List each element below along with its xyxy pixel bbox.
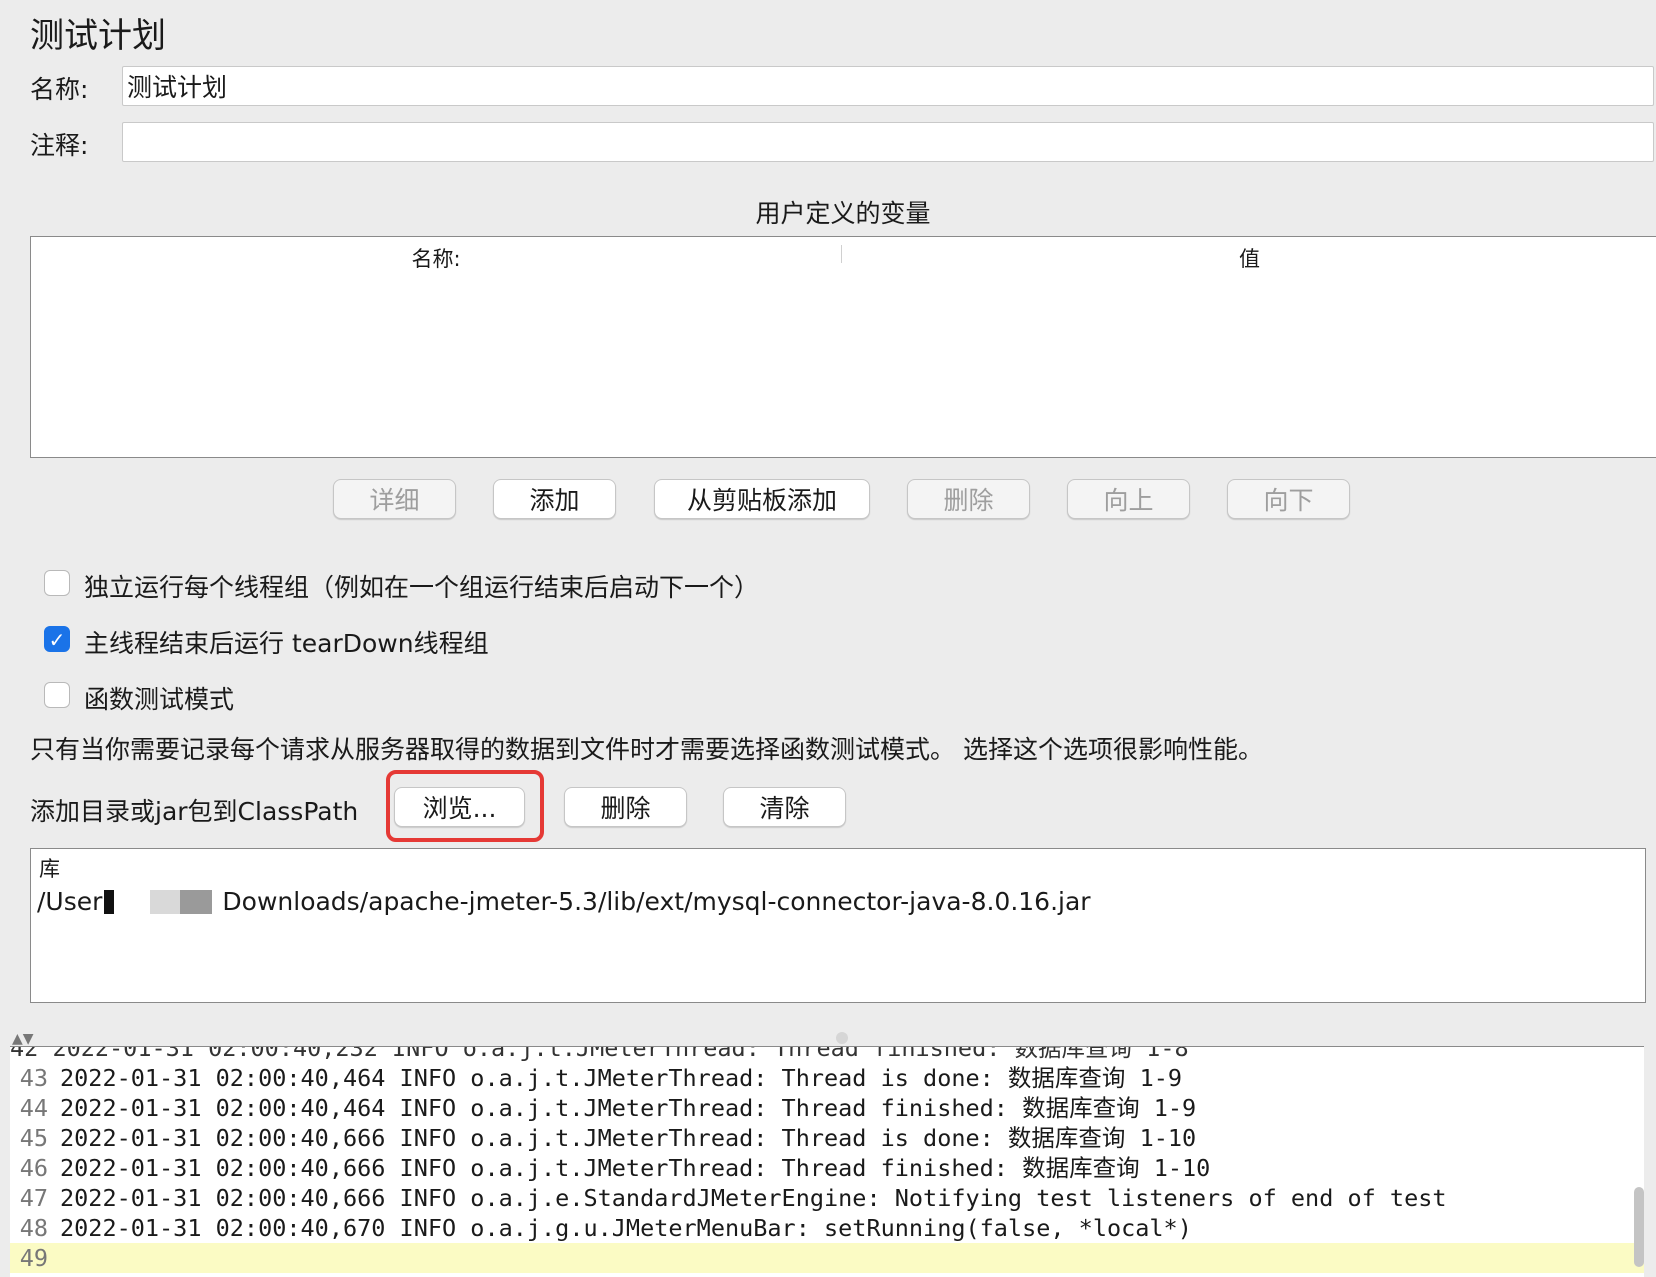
line-number: 44 xyxy=(19,1094,48,1122)
classpath-label: 添加目录或jar包到ClassPath xyxy=(30,797,359,826)
comment-field[interactable] xyxy=(122,122,1654,162)
log-scrollbar-thumb[interactable] xyxy=(1634,1187,1644,1267)
page-title: 测试计划 xyxy=(30,16,166,56)
line-number: 47 xyxy=(19,1184,48,1212)
line-number: 45 xyxy=(19,1124,48,1152)
column-header-value[interactable]: 值 xyxy=(842,243,1656,273)
line-number: 48 xyxy=(19,1214,48,1242)
move-down-button[interactable]: 向下 xyxy=(1227,479,1350,519)
line-number: 49 xyxy=(19,1244,48,1272)
checkmark-icon: ✓ xyxy=(48,628,66,652)
variables-table[interactable]: 名称: 值 xyxy=(30,236,1656,458)
functional-mode-hint: 只有当你需要记录每个请求从服务器取得的数据到文件时才需要选择函数测试模式。 选择… xyxy=(30,735,1263,764)
column-header-name[interactable]: 名称: xyxy=(31,243,841,273)
detail-button[interactable]: 详细 xyxy=(333,479,456,519)
log-text: 2022-01-31 02:00:40,464 INFO o.a.j.t.JMe… xyxy=(60,1094,1197,1122)
teardown-label: 主线程结束后运行 tearDown线程组 xyxy=(84,629,489,658)
add-button[interactable]: 添加 xyxy=(493,479,616,519)
delete-classpath-button[interactable]: 删除 xyxy=(564,787,687,827)
run-thread-groups-consecutively-checkbox[interactable] xyxy=(44,570,70,596)
log-line: 46 2022-01-31 02:00:40,666 INFO o.a.j.t.J… xyxy=(10,1153,1644,1183)
log-text: 2022-01-31 02:00:40,666 INFO o.a.j.e.Sta… xyxy=(60,1184,1447,1212)
move-up-button[interactable]: 向上 xyxy=(1067,479,1190,519)
splitter-handle[interactable] xyxy=(836,1032,848,1044)
library-entry[interactable]: /User Downloads/apache-jmeter-5.3/lib/ex… xyxy=(37,887,1091,916)
name-field[interactable]: 测试计划 xyxy=(122,66,1654,106)
line-number: 43 xyxy=(19,1064,48,1092)
log-line: 47 2022-01-31 02:00:40,666 INFO o.a.j.e.S… xyxy=(10,1183,1644,1213)
delete-variable-button[interactable]: 删除 xyxy=(907,479,1030,519)
log-text: 2022-01-31 02:00:40,666 INFO o.a.j.t.JMe… xyxy=(60,1154,1211,1182)
library-entry-suffix: Downloads/apache-jmeter-5.3/lib/ext/mysq… xyxy=(222,887,1091,916)
log-line: 48 2022-01-31 02:00:40,670 INFO o.a.j.g.u… xyxy=(10,1213,1644,1243)
log-text: 2022-01-31 02:00:40,464 INFO o.a.j.t.JMe… xyxy=(60,1064,1183,1092)
log-line-current[interactable]: 49 xyxy=(10,1243,1644,1273)
clear-classpath-button[interactable]: 清除 xyxy=(723,787,846,827)
log-text: 2022-01-31 02:00:40,666 INFO o.a.j.t.JMe… xyxy=(60,1124,1197,1152)
library-column-header: 库 xyxy=(39,857,60,881)
comment-label: 注释: xyxy=(30,131,89,160)
redacted-path-segment xyxy=(104,889,213,914)
teardown-checkbox[interactable]: ✓ xyxy=(44,626,70,652)
browse-button-highlight xyxy=(386,770,544,842)
classpath-library-table[interactable]: 库 /User Downloads/apache-jmeter-5.3/lib/… xyxy=(30,848,1646,1003)
functional-test-mode-label: 函数测试模式 xyxy=(84,685,235,714)
functional-test-mode-checkbox[interactable] xyxy=(44,682,70,708)
log-line-partial: 42 2022-01-31 02:00:40,232 INFO o.a.j.t.… xyxy=(10,1046,1189,1062)
log-panel[interactable]: 42 2022-01-31 02:00:40,232 INFO o.a.j.t.… xyxy=(10,1046,1644,1277)
library-entry-prefix: /User xyxy=(37,887,103,916)
splitter-arrows-icon[interactable]: ▲▼ xyxy=(12,1031,34,1047)
log-line: 43 2022-01-31 02:00:40,464 INFO o.a.j.t.J… xyxy=(10,1063,1644,1093)
name-label: 名称: xyxy=(30,75,89,104)
line-number: 46 xyxy=(19,1154,48,1182)
add-from-clipboard-button[interactable]: 从剪贴板添加 xyxy=(654,479,870,519)
log-text: 2022-01-31 02:00:40,670 INFO o.a.j.g.u.J… xyxy=(60,1214,1192,1242)
run-thread-groups-consecutively-label: 独立运行每个线程组（例如在一个组运行结束后启动下一个） xyxy=(84,573,760,602)
variables-section-title: 用户定义的变量 xyxy=(755,199,931,228)
log-line: 44 2022-01-31 02:00:40,464 INFO o.a.j.t.J… xyxy=(10,1093,1644,1123)
log-line: 45 2022-01-31 02:00:40,666 INFO o.a.j.t.J… xyxy=(10,1123,1644,1153)
